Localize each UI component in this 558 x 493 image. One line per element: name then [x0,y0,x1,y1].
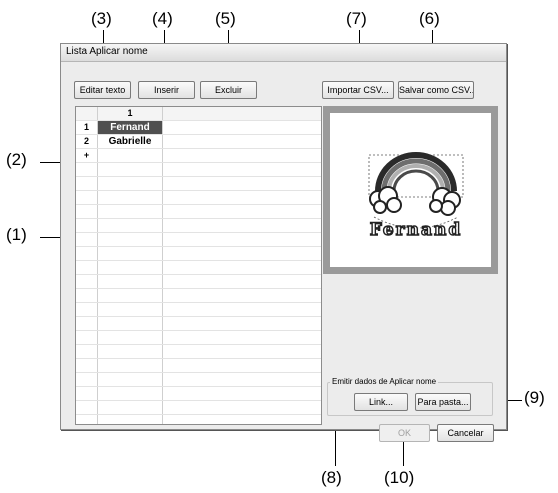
empty-cell[interactable] [98,191,163,204]
callout-8: (8) [321,468,342,487]
row-header [76,275,98,288]
to-folder-button[interactable]: Para pasta... [415,393,471,411]
empty-grid-row[interactable] [76,177,321,191]
empty-grid-row[interactable] [76,233,321,247]
empty-cell[interactable] [98,345,163,358]
link-button[interactable]: Link... [354,393,408,411]
empty-cell[interactable] [98,415,163,424]
empty-grid-row[interactable] [76,275,321,289]
row-header [76,219,98,232]
row-header [76,401,98,414]
table-row[interactable]: 1 Fernand [76,121,321,135]
callout-1: (1) [6,225,27,244]
grid-header-row: 1 [76,107,321,121]
insert-button[interactable]: Inserir [138,81,195,99]
empty-cell[interactable] [98,261,163,274]
callout-6: (6) [419,9,440,28]
row-header [76,415,98,424]
empty-grid-row[interactable] [76,247,321,261]
edit-text-button[interactable]: Editar texto [74,81,131,99]
name-list-grid[interactable]: 1 1 Fernand 2 Gabrielle + [75,106,322,425]
empty-grid-row[interactable] [76,289,321,303]
empty-grid-row[interactable] [76,191,321,205]
empty-cell[interactable] [98,303,163,316]
empty-cell[interactable] [98,359,163,372]
empty-cell[interactable] [98,163,163,176]
corner-cell [76,107,98,120]
empty-grid-row[interactable] [76,205,321,219]
callout-10: (10) [384,468,415,487]
empty-cell[interactable] [98,275,163,288]
empty-cell[interactable] [98,401,163,414]
empty-cell[interactable] [98,331,163,344]
cancel-button[interactable]: Cancelar [437,424,494,442]
table-row[interactable]: 2 Gabrielle [76,135,321,149]
callout-7: (7) [346,9,367,28]
callout-4: (4) [152,9,173,28]
callout-2: (2) [6,150,27,169]
empty-cell[interactable] [98,387,163,400]
row-header [76,247,98,260]
row-header [76,331,98,344]
empty-grid-row[interactable] [76,415,321,424]
row-header [76,205,98,218]
empty-cell[interactable] [98,219,163,232]
preview-name-text: Fernand [370,220,463,240]
column-header-1[interactable]: 1 [98,107,163,120]
dialog-title: Lista Aplicar nome [66,46,148,57]
empty-grid-row[interactable] [76,331,321,345]
row-header [76,261,98,274]
empty-cell[interactable] [98,317,163,330]
callout-5: (5) [215,9,236,28]
empty-grid-row[interactable] [76,387,321,401]
row-header [76,191,98,204]
empty-grid-row[interactable] [76,317,321,331]
empty-cell[interactable] [98,289,163,302]
empty-cell[interactable] [98,233,163,246]
callout-9: (9) [524,388,545,407]
apply-name-list-dialog: Lista Aplicar nome Editar texto Inserir … [60,43,507,442]
callout-3: (3) [91,9,112,28]
empty-cell[interactable] [98,373,163,386]
empty-cell[interactable] [98,205,163,218]
output-group-label: Emitir dados de Aplicar nome [330,377,439,386]
name-cell[interactable]: Gabrielle [98,135,163,148]
row-header [76,303,98,316]
empty-grid-row[interactable] [76,373,321,387]
import-csv-button[interactable]: Importar CSV... [322,81,394,99]
row-header [76,345,98,358]
row-header [76,359,98,372]
row-header [76,177,98,190]
rainbow-embroidery-image: Fernand [368,152,464,241]
save-csv-button[interactable]: Salvar como CSV... [398,81,474,99]
add-row-marker[interactable]: + [76,149,98,162]
empty-grid-row[interactable] [76,303,321,317]
row-header[interactable]: 1 [76,121,98,134]
row-header [76,289,98,302]
row-header [76,163,98,176]
empty-grid-row[interactable] [76,219,321,233]
empty-grid-row[interactable] [76,401,321,415]
row-header[interactable]: 2 [76,135,98,148]
delete-button[interactable]: Excluir [200,81,257,99]
empty-cell[interactable] [98,247,163,260]
new-row[interactable]: + [76,149,321,163]
row-header [76,387,98,400]
row-header [76,317,98,330]
ok-button[interactable]: OK [379,424,430,442]
embroidery-preview: Fernand [330,113,491,267]
name-cell-empty[interactable] [98,149,163,162]
empty-grid-row[interactable] [76,345,321,359]
empty-grid-row[interactable] [76,163,321,177]
dialog-titlebar: Lista Aplicar nome [61,44,506,62]
empty-grid-row[interactable] [76,261,321,275]
row-header [76,233,98,246]
preview-frame: Fernand [323,106,498,274]
name-cell-selected[interactable]: Fernand [98,121,163,134]
empty-grid-row[interactable] [76,359,321,373]
empty-cell[interactable] [98,177,163,190]
row-header [76,373,98,386]
